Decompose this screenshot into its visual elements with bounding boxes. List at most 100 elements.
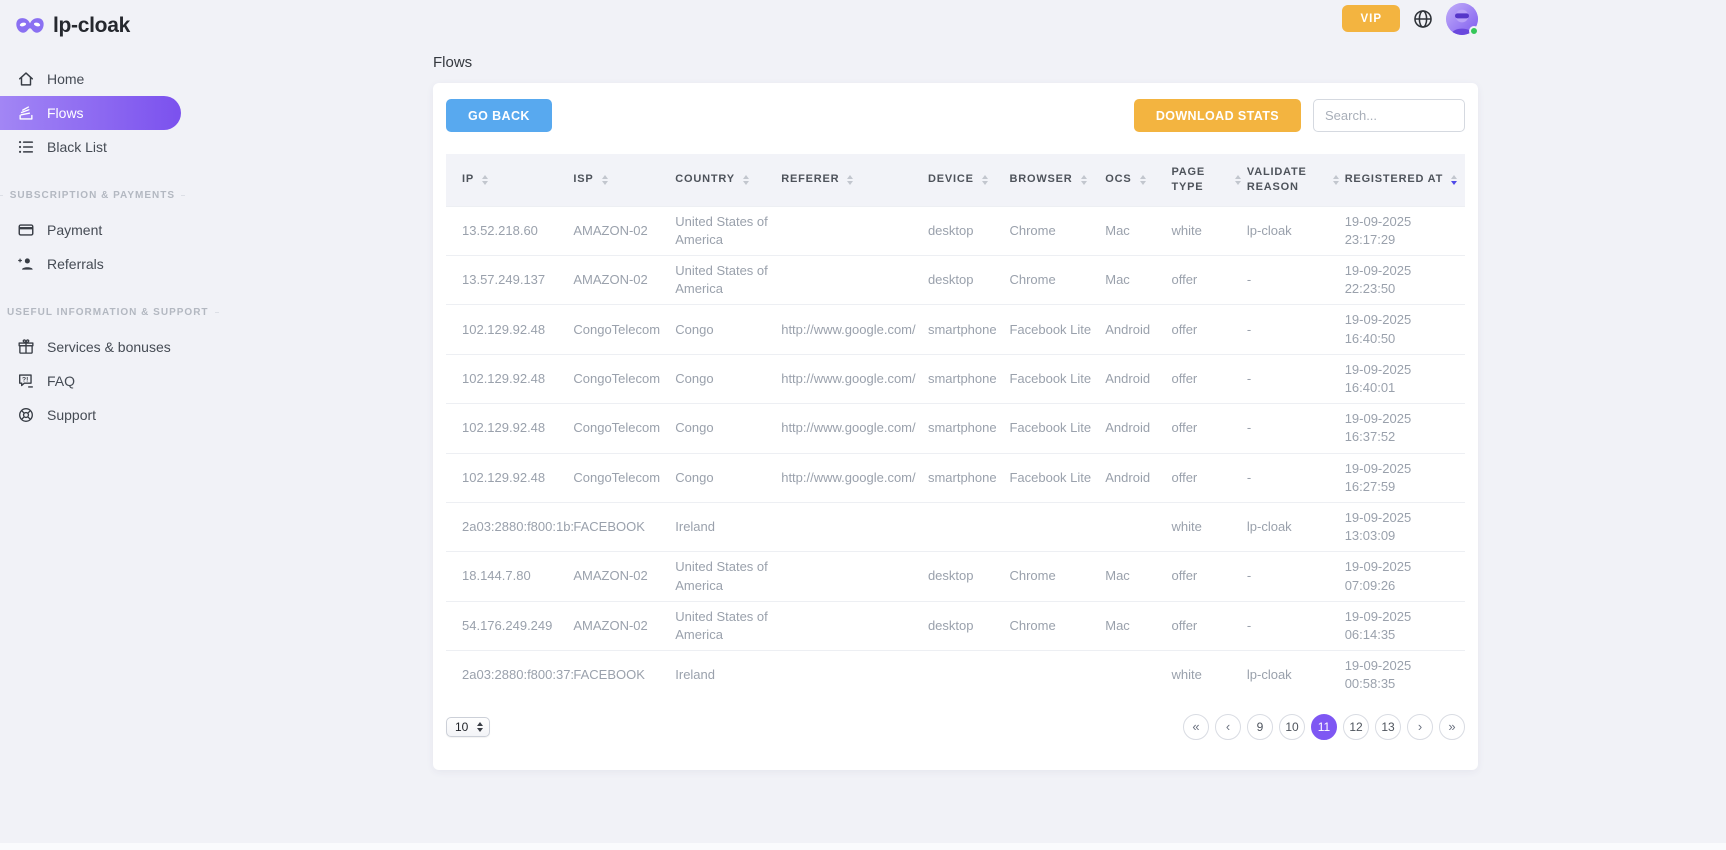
cell-page-type: offer bbox=[1171, 404, 1246, 453]
globe-icon[interactable] bbox=[1412, 8, 1434, 30]
vip-button[interactable]: VIP bbox=[1342, 5, 1400, 32]
sort-icon bbox=[1333, 175, 1339, 185]
cell-validate-reason: lp-cloak bbox=[1247, 651, 1345, 700]
app-root: lp-cloak Home Flows bbox=[0, 0, 1726, 850]
sort-icon bbox=[602, 175, 608, 185]
cell-browser: Chrome bbox=[1009, 206, 1105, 255]
cell-isp: CongoTelecom bbox=[573, 354, 675, 403]
cell-browser: Facebook Lite bbox=[1009, 354, 1105, 403]
sidebar-item-payment[interactable]: Payment bbox=[0, 213, 185, 247]
cell-registered-at: 19-09-2025 16:27:59 bbox=[1345, 453, 1465, 502]
download-stats-button[interactable]: DOWNLOAD STATS bbox=[1134, 99, 1301, 132]
sidebar-item-home[interactable]: Home bbox=[0, 62, 185, 96]
pagination: «‹910111213›» bbox=[1183, 714, 1465, 740]
cell-page-type: offer bbox=[1171, 453, 1246, 502]
cell-ip: 2a03:2880:f800:1b:: bbox=[446, 502, 573, 551]
column-header-country[interactable]: COUNTRY bbox=[675, 154, 781, 206]
cell-ip: 102.129.92.48 bbox=[446, 305, 573, 354]
cell-referer bbox=[781, 206, 928, 255]
page-13-button[interactable]: 13 bbox=[1375, 714, 1401, 740]
column-header-referer[interactable]: REFERER bbox=[781, 154, 928, 206]
sort-icon bbox=[1140, 175, 1146, 185]
home-icon bbox=[17, 70, 35, 88]
page-11-button[interactable]: 11 bbox=[1311, 714, 1337, 740]
cell-isp: AMAZON-02 bbox=[573, 256, 675, 305]
cell-device bbox=[928, 502, 1010, 551]
page-size-select-wrap: 10 bbox=[446, 717, 490, 737]
next-page-button[interactable]: › bbox=[1407, 714, 1433, 740]
sidebar-section-payments: SUBSCRIPTION & PAYMENTS bbox=[0, 190, 185, 201]
cell-isp: FACEBOOK bbox=[573, 502, 675, 551]
sidebar-item-label: Black List bbox=[47, 139, 107, 155]
sort-icon bbox=[847, 175, 853, 185]
cell-country: Congo bbox=[675, 305, 781, 354]
card-header: GO BACK DOWNLOAD STATS bbox=[433, 83, 1478, 148]
cell-ocs: Mac bbox=[1105, 601, 1171, 650]
cell-page-type: offer bbox=[1171, 601, 1246, 650]
table-row: 13.57.249.137AMAZON-02United States of A… bbox=[446, 256, 1465, 305]
sidebar-item-label: Payment bbox=[47, 222, 102, 238]
sort-icon bbox=[1235, 175, 1241, 185]
cell-page-type: offer bbox=[1171, 256, 1246, 305]
column-header-page-type[interactable]: PAGE TYPE bbox=[1171, 154, 1246, 206]
cell-validate-reason: - bbox=[1247, 552, 1345, 601]
column-header-validate-reason[interactable]: VALIDATE REASON bbox=[1247, 154, 1345, 206]
cell-registered-at: 19-09-2025 00:58:35 bbox=[1345, 651, 1465, 700]
cell-validate-reason: - bbox=[1247, 256, 1345, 305]
cell-device: smartphone bbox=[928, 305, 1010, 354]
sidebar-item-services-bonuses[interactable]: Services & bonuses bbox=[0, 330, 185, 364]
sidebar-item-black-list[interactable]: Black List bbox=[0, 130, 185, 164]
sidebar-item-support[interactable]: Support bbox=[0, 398, 185, 432]
cell-ocs: Mac bbox=[1105, 206, 1171, 255]
cell-country: United States of America bbox=[675, 601, 781, 650]
cell-page-type: offer bbox=[1171, 305, 1246, 354]
cell-referer bbox=[781, 256, 928, 305]
page-size-select[interactable]: 10 bbox=[455, 720, 469, 734]
cell-browser: Chrome bbox=[1009, 601, 1105, 650]
column-header-ip[interactable]: IP bbox=[446, 154, 573, 206]
column-header-isp[interactable]: ISP bbox=[573, 154, 675, 206]
brand[interactable]: lp-cloak bbox=[0, 8, 185, 46]
sidebar-item-flows[interactable]: Flows bbox=[0, 96, 181, 130]
main-area: VIP bbox=[185, 0, 1726, 850]
flows-card: GO BACK DOWNLOAD STATS bbox=[433, 83, 1478, 770]
page-10-button[interactable]: 10 bbox=[1279, 714, 1305, 740]
sidebar-item-referrals[interactable]: Referrals bbox=[0, 247, 185, 281]
cell-country: United States of America bbox=[675, 256, 781, 305]
column-header-device[interactable]: DEVICE bbox=[928, 154, 1010, 206]
mask-icon bbox=[15, 16, 45, 36]
first-page-button[interactable]: « bbox=[1183, 714, 1209, 740]
search-input[interactable] bbox=[1313, 99, 1465, 132]
cell-ocs: Mac bbox=[1105, 256, 1171, 305]
cell-country: United States of America bbox=[675, 206, 781, 255]
cell-registered-at: 19-09-2025 13:03:09 bbox=[1345, 502, 1465, 551]
page-9-button[interactable]: 9 bbox=[1247, 714, 1273, 740]
sidebar-item-label: Flows bbox=[47, 105, 84, 121]
cell-ocs bbox=[1105, 502, 1171, 551]
user-avatar[interactable] bbox=[1446, 3, 1478, 35]
sort-icon bbox=[743, 175, 749, 185]
sidebar-item-label: Support bbox=[47, 407, 96, 423]
table-row: 2a03:2880:f800:1b::FACEBOOKIrelandwhitel… bbox=[446, 502, 1465, 551]
go-back-button[interactable]: GO BACK bbox=[446, 99, 552, 132]
last-page-button[interactable]: » bbox=[1439, 714, 1465, 740]
cell-referer: http://www.google.com/ bbox=[781, 404, 928, 453]
prev-page-button[interactable]: ‹ bbox=[1215, 714, 1241, 740]
sidebar-item-label: Referrals bbox=[47, 256, 104, 272]
cell-ocs: Android bbox=[1105, 453, 1171, 502]
column-header-browser[interactable]: BROWSER bbox=[1009, 154, 1105, 206]
card-footer: 10 «‹910111213›» bbox=[433, 700, 1478, 762]
cell-referer: http://www.google.com/ bbox=[781, 453, 928, 502]
column-header-ocs[interactable]: OCS bbox=[1105, 154, 1171, 206]
table-row: 102.129.92.48CongoTelecomCongohttp://www… bbox=[446, 354, 1465, 403]
cell-browser: Chrome bbox=[1009, 256, 1105, 305]
sidebar-section-support: USEFUL INFORMATION & SUPPORT bbox=[0, 307, 185, 318]
sort-icon bbox=[1451, 175, 1457, 185]
page-12-button[interactable]: 12 bbox=[1343, 714, 1369, 740]
flows-icon bbox=[17, 104, 35, 122]
column-header-registered-at[interactable]: REGISTERED AT bbox=[1345, 154, 1465, 206]
cell-referer bbox=[781, 601, 928, 650]
sidebar-item-faq[interactable]: ?! FAQ bbox=[0, 364, 185, 398]
cell-referer bbox=[781, 502, 928, 551]
sidebar: lp-cloak Home Flows bbox=[0, 0, 185, 850]
